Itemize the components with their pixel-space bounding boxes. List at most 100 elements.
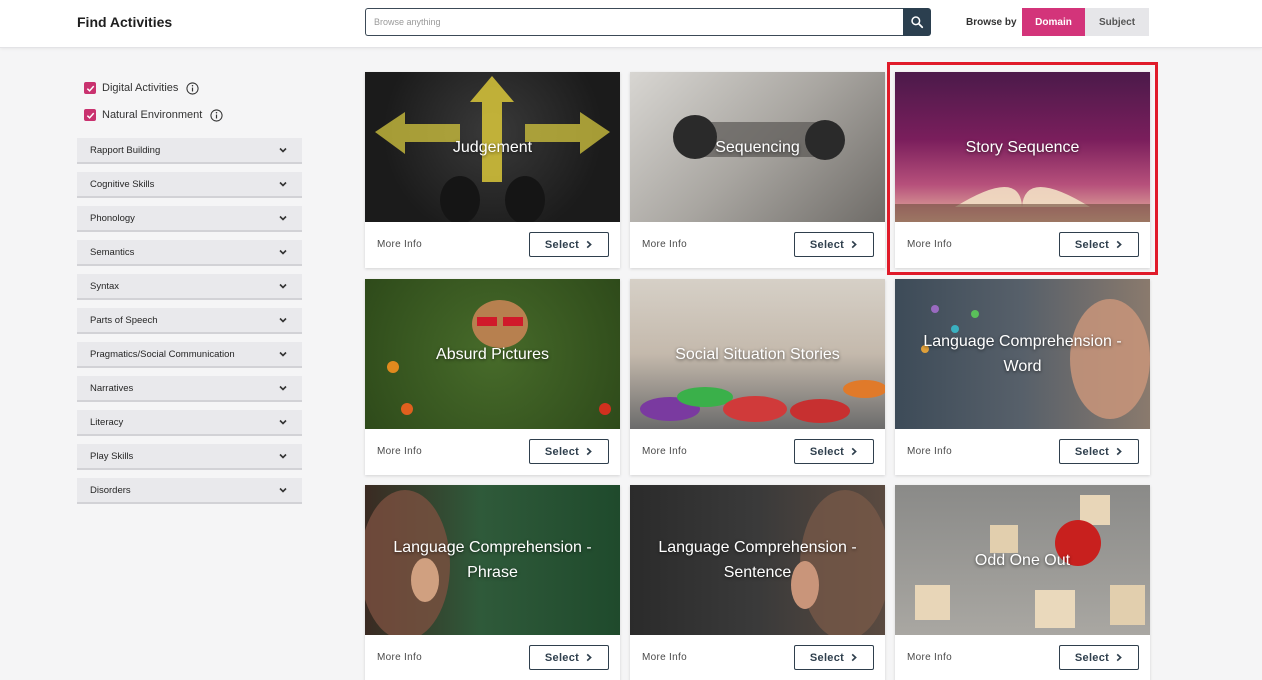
- select-button[interactable]: Select: [794, 645, 874, 670]
- chevron-down-icon: [279, 215, 287, 221]
- chevron-right-icon: [1116, 447, 1122, 456]
- card-title: Language Comprehension - Word: [923, 333, 1122, 375]
- chevron-down-icon: [279, 351, 287, 357]
- chevron-down-icon: [279, 249, 287, 255]
- accordion-disorders[interactable]: Disorders: [77, 478, 302, 504]
- activity-card-story-sequence: Story Sequence More Info Select: [895, 72, 1150, 268]
- accordion-label: Phonology: [90, 212, 135, 224]
- card-image: Odd One Out: [895, 485, 1150, 635]
- more-info-link[interactable]: More Info: [377, 446, 422, 457]
- activity-card-sequencing: Sequencing More Info Select: [630, 72, 885, 268]
- card-image: Story Sequence: [895, 72, 1150, 222]
- select-button[interactable]: Select: [1059, 439, 1139, 464]
- activity-card-judgement: Judgement More Info Select: [365, 72, 620, 268]
- accordion-parts-of-speech[interactable]: Parts of Speech: [77, 308, 302, 334]
- info-icon[interactable]: [186, 81, 200, 95]
- select-label: Select: [809, 445, 845, 458]
- check-icon: [86, 112, 94, 119]
- select-button[interactable]: Select: [529, 232, 609, 257]
- chevron-down-icon: [279, 487, 287, 493]
- browse-by-label: Browse by: [966, 17, 1017, 28]
- accordion-narratives[interactable]: Narratives: [77, 376, 302, 402]
- activity-card-language-comprehension-word: Language Comprehension - Word More Info …: [895, 279, 1150, 475]
- chevron-down-icon: [279, 317, 287, 323]
- more-info-link[interactable]: More Info: [642, 652, 687, 663]
- card-image: Absurd Pictures: [365, 279, 620, 429]
- card-title: Social Situation Stories: [675, 345, 840, 363]
- accordion-phonology[interactable]: Phonology: [77, 206, 302, 232]
- card-title: Odd One Out: [974, 551, 1071, 569]
- chevron-right-icon: [1116, 240, 1122, 249]
- activity-card-absurd-pictures: Absurd Pictures More Info Select: [365, 279, 620, 475]
- search-bar: [365, 8, 931, 36]
- card-image: Sequencing: [630, 72, 885, 222]
- filter-digital-activities: Digital Activities: [84, 80, 200, 96]
- accordion-semantics[interactable]: Semantics: [77, 240, 302, 266]
- natural-environment-label: Natural Environment: [102, 109, 203, 121]
- search-button[interactable]: [903, 8, 931, 36]
- accordion-label: Parts of Speech: [90, 314, 158, 326]
- more-info-link[interactable]: More Info: [907, 652, 952, 663]
- accordion-label: Pragmatics/Social Communication: [90, 348, 235, 360]
- more-info-link[interactable]: More Info: [642, 446, 687, 457]
- activity-card-language-comprehension-phrase: Language Comprehension - Phrase More Inf…: [365, 485, 620, 680]
- page-title: Find Activities: [77, 14, 173, 30]
- more-info-link[interactable]: More Info: [377, 239, 422, 250]
- accordion-syntax[interactable]: Syntax: [77, 274, 302, 300]
- select-button[interactable]: Select: [529, 645, 609, 670]
- chevron-down-icon: [279, 453, 287, 459]
- browse-subject-button[interactable]: Subject: [1085, 8, 1149, 36]
- card-image: Language Comprehension - Sentence: [630, 485, 885, 635]
- select-button[interactable]: Select: [794, 232, 874, 257]
- check-icon: [86, 85, 94, 92]
- accordion-label: Semantics: [90, 246, 135, 258]
- select-button[interactable]: Select: [1059, 232, 1139, 257]
- chevron-down-icon: [279, 147, 287, 153]
- select-button[interactable]: Select: [1059, 645, 1139, 670]
- accordion-literacy[interactable]: Literacy: [77, 410, 302, 436]
- activity-card-social-situation-stories: Social Situation Stories More Info Selec…: [630, 279, 885, 475]
- accordion-label: Play Skills: [90, 450, 134, 462]
- accordion-pragmatics[interactable]: Pragmatics/Social Communication: [77, 342, 302, 368]
- select-label: Select: [544, 238, 580, 251]
- chevron-right-icon: [851, 240, 857, 249]
- accordion-label: Narratives: [90, 382, 134, 394]
- accordion-label: Literacy: [90, 416, 124, 428]
- accordion-label: Rapport Building: [90, 144, 161, 156]
- card-image: Language Comprehension - Phrase: [365, 485, 620, 635]
- card-image: Judgement: [365, 72, 620, 222]
- accordion-cognitive-skills[interactable]: Cognitive Skills: [77, 172, 302, 198]
- chevron-right-icon: [1116, 653, 1122, 662]
- select-label: Select: [1074, 651, 1110, 664]
- select-label: Select: [1074, 445, 1110, 458]
- chevron-down-icon: [279, 385, 287, 391]
- card-title: Language Comprehension - Phrase: [393, 539, 592, 581]
- select-button[interactable]: Select: [794, 439, 874, 464]
- more-info-link[interactable]: More Info: [642, 239, 687, 250]
- natural-environment-checkbox[interactable]: [84, 109, 96, 121]
- accordion-play-skills[interactable]: Play Skills: [77, 444, 302, 470]
- select-label: Select: [809, 238, 845, 251]
- search-icon: [911, 16, 924, 29]
- card-title: Story Sequence: [965, 138, 1080, 156]
- accordion-rapport-building[interactable]: Rapport Building: [77, 138, 302, 164]
- top-header: Find Activities Browse by Domain Subject: [0, 0, 1262, 48]
- chevron-right-icon: [586, 447, 592, 456]
- chevron-right-icon: [586, 653, 592, 662]
- digital-activities-checkbox[interactable]: [84, 82, 96, 94]
- activity-card-language-comprehension-sentence: Language Comprehension - Sentence More I…: [630, 485, 885, 680]
- card-image: Language Comprehension - Word: [895, 279, 1150, 429]
- accordion-label: Syntax: [90, 280, 120, 292]
- search-input[interactable]: [365, 8, 904, 36]
- activity-card-odd-one-out: Odd One Out More Info Select: [895, 485, 1150, 680]
- card-title: Judgement: [452, 138, 533, 156]
- browse-domain-button[interactable]: Domain: [1022, 8, 1085, 36]
- more-info-link[interactable]: More Info: [907, 446, 952, 457]
- info-icon[interactable]: [210, 108, 223, 122]
- select-button[interactable]: Select: [529, 439, 609, 464]
- more-info-link[interactable]: More Info: [907, 239, 952, 250]
- chevron-down-icon: [279, 181, 287, 187]
- more-info-link[interactable]: More Info: [377, 652, 422, 663]
- card-title: Absurd Pictures: [436, 345, 549, 363]
- chevron-down-icon: [279, 283, 287, 289]
